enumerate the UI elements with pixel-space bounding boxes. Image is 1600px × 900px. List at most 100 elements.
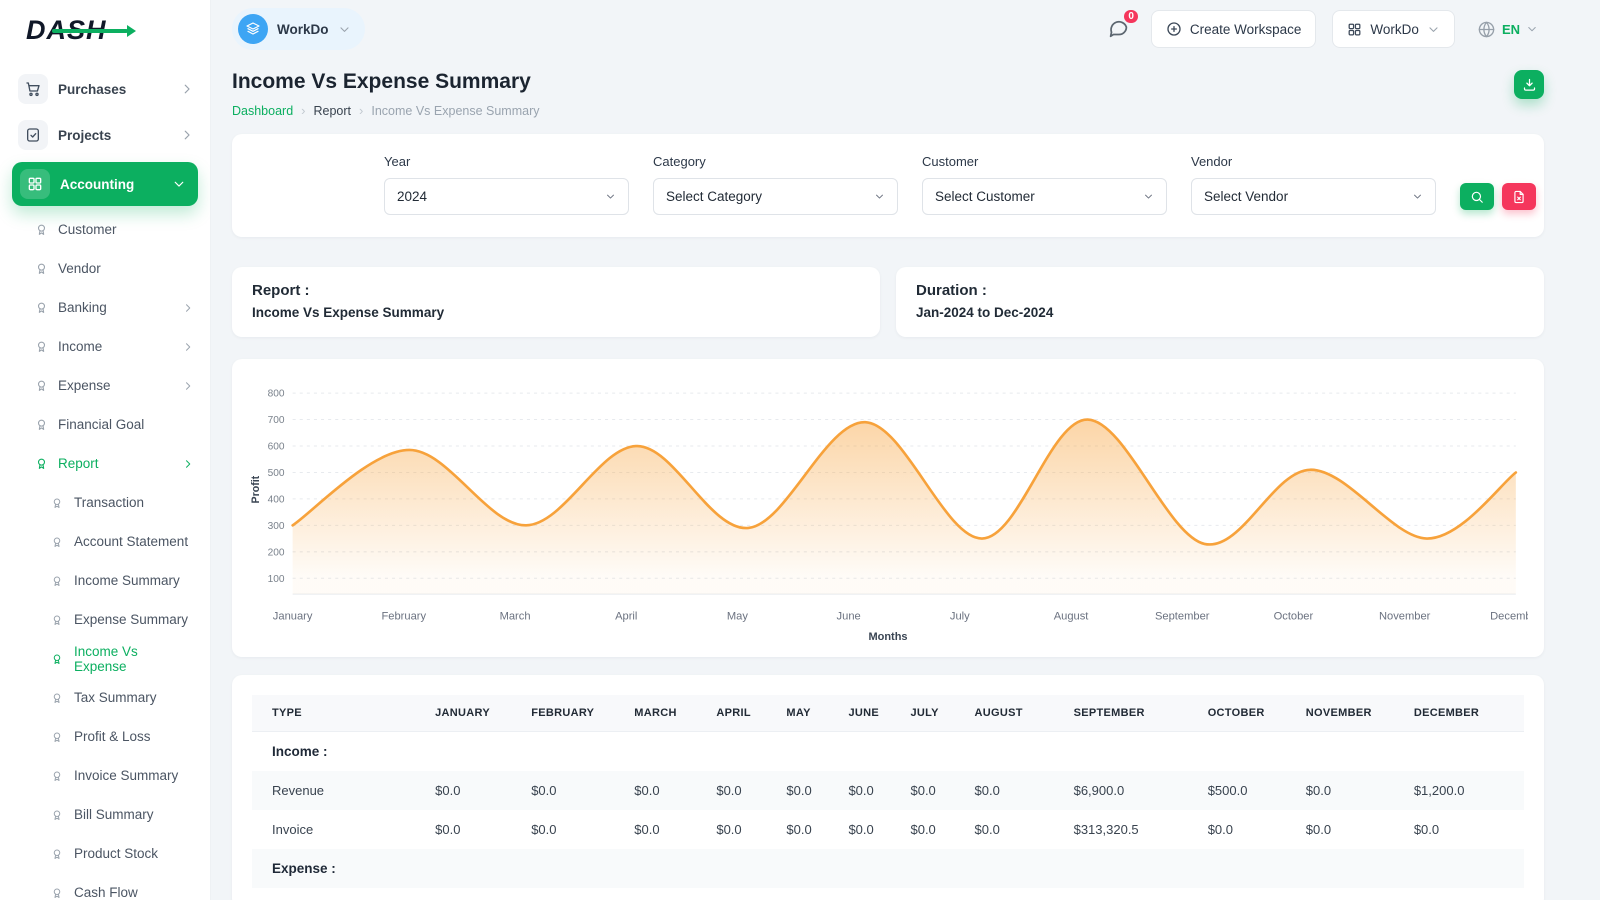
badge-icon [34,301,48,315]
filter-actions [1460,183,1536,215]
sidebar-item-label: Tax Summary [74,690,157,705]
year-select[interactable]: 2024 [384,178,629,215]
filter-label: Vendor [1191,154,1436,169]
table-cell: $313,320.5 [1074,810,1208,849]
filter-label: Category [653,154,898,169]
sidebar-item-label: Cash Flow [74,885,138,900]
sidebar-item-bill-summary[interactable]: Bill Summary [0,795,210,834]
x-tick-label: November [1379,610,1431,622]
table-cell: $0.0 [716,810,786,849]
sidebar-item-tax-summary[interactable]: Tax Summary [0,678,210,717]
x-tick-label: December [1490,610,1528,622]
sidebar-item-expense[interactable]: Expense [0,366,210,405]
sidebar-item-product-stock[interactable]: Product Stock [0,834,210,873]
select-value: Select Category [666,189,762,204]
x-tick-label: January [273,610,313,622]
sidebar-item-purchases[interactable]: Purchases [0,66,210,112]
plus-circle-icon [1166,21,1182,37]
chevron-down-icon [605,191,616,202]
sidebar-item-profit-loss[interactable]: Profit & Loss [0,717,210,756]
sidebar-item-label: Report [58,456,99,471]
page-title: Income Vs Expense Summary [232,70,540,94]
section-label: Income : [252,731,1524,771]
duration-value: Jan-2024 to Dec-2024 [916,305,1524,320]
globe-icon [1477,20,1496,39]
table-cell: $0.0 [1306,810,1414,849]
y-axis-title: Profit [250,475,262,503]
column-header: JULY [910,695,974,732]
sidebar-item-cash-flow[interactable]: Cash Flow [0,873,210,900]
select-value: Select Customer [935,189,1035,204]
x-tick-label: July [950,610,970,622]
clipboard-icon [18,120,48,150]
messages-button[interactable]: 0 [1102,13,1135,45]
filter-label: Year [384,154,629,169]
vendor-select[interactable]: Select Vendor [1191,178,1436,215]
table-cell: $0.0 [531,771,634,810]
sidebar-item-vendor[interactable]: Vendor [0,249,210,288]
badge-icon [50,652,64,666]
table-cell: $0.0 [1306,771,1414,810]
category-select[interactable]: Select Category [653,178,898,215]
sidebar-item-label: Financial Goal [58,417,144,432]
column-header: DECEMBER [1414,695,1524,732]
language-selector[interactable]: EN [1471,19,1544,40]
sidebar-item-income[interactable]: Income [0,327,210,366]
sidebar-item-transaction[interactable]: Transaction [0,483,210,522]
sidebar-item-income-summary[interactable]: Income Summary [0,561,210,600]
workdo-menu-button[interactable]: WorkDo [1332,10,1455,48]
workspace-switcher[interactable]: WorkDo [232,8,365,50]
badge-icon [34,262,48,276]
chevron-down-icon [874,191,885,202]
table-cell: $0.0 [634,810,716,849]
chevron-right-icon [180,128,194,142]
sidebar-item-accounting[interactable]: Accounting [12,162,198,206]
workdo-menu-label: WorkDo [1370,22,1419,37]
column-header: OCTOBER [1208,695,1306,732]
table-cell: $0.0 [975,810,1074,849]
breadcrumb-item[interactable]: Dashboard [232,104,293,118]
sidebar-item-label: Transaction [74,495,144,510]
breadcrumb-separator: › [301,103,305,118]
income-expense-table: TYPEJANUARYFEBRUARYMARCHAPRILMAYJUNEJULY… [252,695,1524,888]
customer-select[interactable]: Select Customer [922,178,1167,215]
sidebar-item-label: Customer [58,222,117,237]
duration-summary-card: Duration : Jan-2024 to Dec-2024 [896,267,1544,337]
sidebar-item-financial-goal[interactable]: Financial Goal [0,405,210,444]
reset-filter-button[interactable] [1502,183,1536,210]
table-cell: $0.0 [910,810,974,849]
sidebar-item-banking[interactable]: Banking [0,288,210,327]
sidebar-item-projects[interactable]: Projects [0,112,210,158]
apply-filter-button[interactable] [1460,183,1494,210]
badge-icon [50,847,64,861]
table-cell: $0.0 [786,771,848,810]
badge-icon [50,613,64,627]
create-workspace-button[interactable]: Create Workspace [1151,10,1317,48]
sidebar-item-report[interactable]: Report [0,444,210,483]
sidebar-item-invoice-summary[interactable]: Invoice Summary [0,756,210,795]
table-cell: $0.0 [435,771,531,810]
table-cell: $0.0 [975,771,1074,810]
report-summary-card: Report : Income Vs Expense Summary [232,267,880,337]
table-cell: $0.0 [1208,810,1306,849]
page-header: Income Vs Expense Summary Dashboard › Repo… [232,70,1544,118]
grid-icon [20,169,50,199]
sidebar-item-customer[interactable]: Customer [0,210,210,249]
download-button[interactable] [1514,70,1544,99]
brand-logo[interactable]: DASH [0,0,210,60]
breadcrumb-item[interactable]: Report [314,104,352,118]
badge-icon [50,886,64,900]
sidebar-item-account-statement[interactable]: Account Statement [0,522,210,561]
apps-grid-icon [1347,22,1362,37]
create-workspace-label: Create Workspace [1190,22,1302,37]
filter-customer: CustomerSelect Customer [922,154,1167,215]
chart-card: 800700600500400300200100JanuaryFebruaryM… [232,359,1544,657]
sidebar-item-expense-summary[interactable]: Expense Summary [0,600,210,639]
column-header: APRIL [716,695,786,732]
sidebar-item-income-vs-expense[interactable]: Income Vs Expense [0,639,210,678]
y-tick-label: 200 [268,547,285,558]
badge-icon [50,496,64,510]
table-section-row: Expense : [252,849,1524,888]
notification-badge: 0 [1122,8,1140,25]
language-code: EN [1502,22,1520,37]
